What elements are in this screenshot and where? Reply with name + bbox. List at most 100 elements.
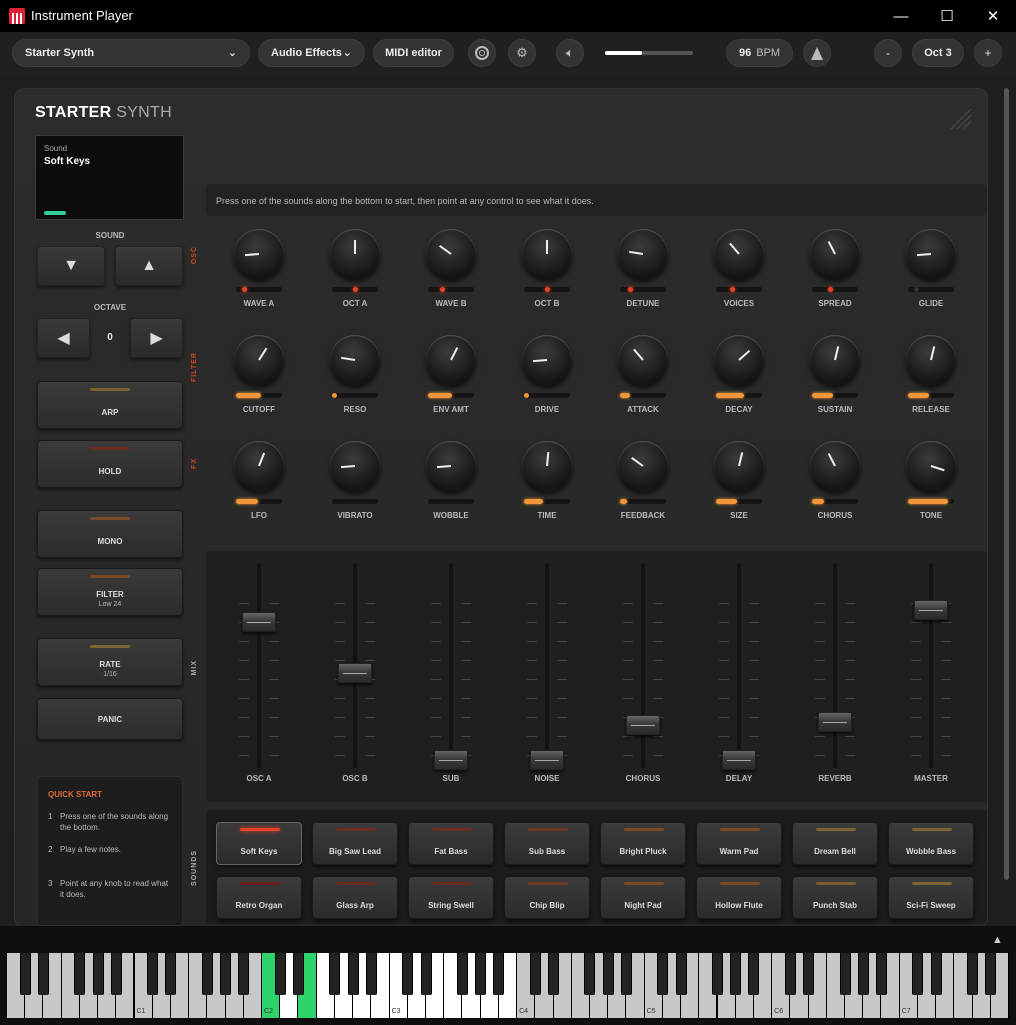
fader-track-osc-a[interactable] xyxy=(257,563,261,768)
black-key[interactable] xyxy=(657,953,669,995)
black-key[interactable] xyxy=(730,953,742,995)
black-key[interactable] xyxy=(456,953,468,995)
volume-slider[interactable] xyxy=(605,51,693,55)
sound-button-wobble-bass[interactable]: Wobble Bass xyxy=(888,822,974,865)
black-key[interactable] xyxy=(620,953,632,995)
sound-button-sci-fi-sweep[interactable]: Sci-Fi Sweep xyxy=(888,876,974,919)
knob-vibrato[interactable] xyxy=(330,441,380,491)
black-key[interactable] xyxy=(347,953,359,995)
sound-button-bright-pluck[interactable]: Bright Pluck xyxy=(600,822,686,865)
sound-button-dream-bell[interactable]: Dream Bell xyxy=(792,822,878,865)
side-button-hold[interactable]: HOLD xyxy=(37,440,183,488)
octave-up-button[interactable]: + xyxy=(974,39,1002,67)
black-key[interactable] xyxy=(365,953,377,995)
knob-feedback[interactable] xyxy=(618,441,668,491)
knob-decay[interactable] xyxy=(714,335,764,385)
knob-voices[interactable] xyxy=(714,229,764,279)
black-key[interactable] xyxy=(912,953,924,995)
fader-handle-osc-b[interactable] xyxy=(338,663,372,683)
black-key[interactable] xyxy=(147,953,159,995)
sound-next-button[interactable]: ▲ xyxy=(115,246,183,286)
sound-button-night-pad[interactable]: Night Pad xyxy=(600,876,686,919)
record-button[interactable] xyxy=(468,39,496,67)
knob-glide[interactable] xyxy=(906,229,956,279)
black-key[interactable] xyxy=(839,953,851,995)
settings-button[interactable]: ⚙ xyxy=(508,39,536,67)
side-button-rate[interactable]: RATE 1/16 xyxy=(37,638,183,686)
black-key[interactable] xyxy=(402,953,414,995)
black-key[interactable] xyxy=(784,953,796,995)
sound-button-fat-bass[interactable]: Fat Bass xyxy=(408,822,494,865)
fader-handle-delay[interactable] xyxy=(722,750,756,770)
fader-handle-master[interactable] xyxy=(914,600,948,620)
fader-handle-noise[interactable] xyxy=(530,750,564,770)
black-key[interactable] xyxy=(602,953,614,995)
sound-button-chip-blip[interactable]: Chip Blip xyxy=(504,876,590,919)
fader-track-reverb[interactable] xyxy=(833,563,837,768)
black-key[interactable] xyxy=(201,953,213,995)
black-key[interactable] xyxy=(875,953,887,995)
black-key[interactable] xyxy=(110,953,122,995)
black-key[interactable] xyxy=(584,953,596,995)
black-key[interactable] xyxy=(292,953,304,995)
piano-keyboard[interactable]: C1 C2 C3 C4 C5 C6 C7 xyxy=(7,953,1009,1018)
black-key[interactable] xyxy=(529,953,541,995)
octave-right-button[interactable]: ▶ xyxy=(130,318,183,358)
black-key[interactable] xyxy=(220,953,232,995)
black-key[interactable] xyxy=(712,953,723,995)
knob-wave-a[interactable] xyxy=(234,229,284,279)
black-key[interactable] xyxy=(548,953,560,995)
black-key[interactable] xyxy=(329,953,341,995)
knob-cutoff[interactable] xyxy=(234,335,284,385)
triangle-up-icon[interactable]: ▲ xyxy=(992,934,1003,946)
black-key[interactable] xyxy=(74,953,86,995)
preset-dropdown[interactable]: Starter Synth ⌄ xyxy=(12,39,250,67)
black-key[interactable] xyxy=(967,953,979,995)
sound-button-sub-bass[interactable]: Sub Bass xyxy=(504,822,590,865)
fader-track-chorus[interactable] xyxy=(641,563,645,768)
fader-track-delay[interactable] xyxy=(737,563,741,768)
knob-oct-a[interactable] xyxy=(330,229,380,279)
black-key[interactable] xyxy=(19,953,31,995)
knob-detune[interactable] xyxy=(618,229,668,279)
black-key[interactable] xyxy=(985,953,997,995)
sound-button-string-swell[interactable]: String Swell xyxy=(408,876,494,919)
black-key[interactable] xyxy=(274,953,286,995)
black-key[interactable] xyxy=(165,953,177,995)
octave-down-button[interactable]: - xyxy=(874,39,902,67)
minimize-button[interactable]: — xyxy=(878,0,924,32)
fader-handle-osc-a[interactable] xyxy=(242,612,276,632)
side-button-filter[interactable]: FILTER Low 24 xyxy=(37,568,183,616)
tempo-display[interactable]: 96 BPM xyxy=(726,39,793,67)
side-button-arp[interactable]: ARP xyxy=(37,381,183,429)
octave-left-button[interactable]: ◀ xyxy=(37,318,90,358)
black-key[interactable] xyxy=(238,953,250,995)
knob-wave-b[interactable] xyxy=(426,229,476,279)
black-key[interactable] xyxy=(857,953,869,995)
side-button-panic[interactable]: PANIC xyxy=(37,698,183,740)
maximize-button[interactable]: ☐ xyxy=(924,0,970,32)
black-key[interactable] xyxy=(803,953,815,995)
midi-editor-button[interactable]: MIDI editor xyxy=(373,39,454,67)
black-key[interactable] xyxy=(92,953,104,995)
vertical-scrollbar[interactable] xyxy=(1002,78,1011,898)
sound-button-big-saw-lead[interactable]: Big Saw Lead xyxy=(312,822,398,865)
sound-button-glass-arp[interactable]: Glass Arp xyxy=(312,876,398,919)
black-key[interactable] xyxy=(493,953,505,995)
scrollbar-thumb[interactable] xyxy=(1004,88,1009,880)
knob-attack[interactable] xyxy=(618,335,668,385)
black-key[interactable] xyxy=(420,953,432,995)
sound-button-hollow-flute[interactable]: Hollow Flute xyxy=(696,876,782,919)
knob-chorus[interactable] xyxy=(810,441,860,491)
sound-previous-button[interactable]: ▼ xyxy=(37,246,105,286)
black-key[interactable] xyxy=(475,953,487,995)
sound-button-soft-keys[interactable]: Soft Keys xyxy=(216,822,302,865)
sound-button-warm-pad[interactable]: Warm Pad xyxy=(696,822,782,865)
fader-track-sub[interactable] xyxy=(449,563,453,768)
side-button-mono[interactable]: MONO xyxy=(37,510,183,558)
knob-reso[interactable] xyxy=(330,335,380,385)
metronome-button[interactable] xyxy=(803,39,831,67)
knob-time[interactable] xyxy=(522,441,572,491)
black-key[interactable] xyxy=(675,953,687,995)
volume-button[interactable]: 🔈︎ xyxy=(556,39,584,67)
